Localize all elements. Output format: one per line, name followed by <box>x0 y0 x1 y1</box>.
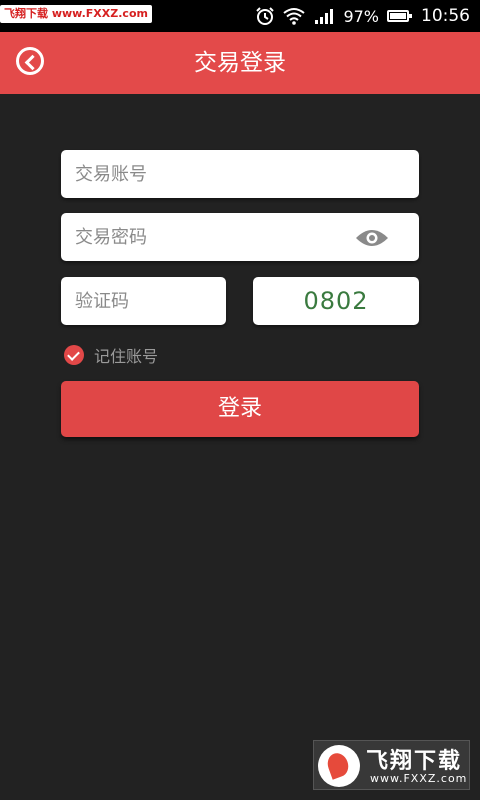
status-bar: 飞翔下载 www.FXXZ.com 97% 10:56 <box>0 0 480 32</box>
remember-account[interactable]: 记住账号 <box>64 343 158 367</box>
header-bar: 交易登录 <box>0 32 480 94</box>
watermark-top: 飞翔下载 www.FXXZ.com <box>0 5 152 23</box>
signal-icon <box>315 9 334 24</box>
battery-percent: 97% <box>343 6 379 26</box>
password-field[interactable] <box>61 213 419 261</box>
watermark-logo-icon <box>318 745 360 787</box>
watermark-bottom: 飞翔下载 www.FXXZ.com <box>313 740 470 790</box>
account-field[interactable] <box>61 150 419 198</box>
alarm-icon <box>256 7 275 25</box>
captcha-input[interactable] <box>61 277 226 325</box>
watermark-name: 飞翔下载 <box>366 749 463 774</box>
captcha-field[interactable] <box>61 277 226 325</box>
page-title: 交易登录 <box>194 50 286 76</box>
battery-icon <box>387 10 412 22</box>
status-icons: 97% 10:56 <box>255 0 470 32</box>
battery-fill <box>390 13 406 19</box>
clock: 10:56 <box>421 6 470 26</box>
account-input[interactable] <box>61 150 419 198</box>
login-button[interactable]: 登录 <box>61 381 419 437</box>
wifi-icon <box>283 8 306 25</box>
eye-icon[interactable] <box>355 228 389 248</box>
captcha-image[interactable]: 0802 <box>253 277 419 325</box>
remember-label: 记住账号 <box>94 347 159 366</box>
watermark-url: www.FXXZ.com <box>370 772 468 785</box>
back-circle-icon[interactable] <box>16 47 44 75</box>
remember-checkbox[interactable] <box>64 345 84 365</box>
